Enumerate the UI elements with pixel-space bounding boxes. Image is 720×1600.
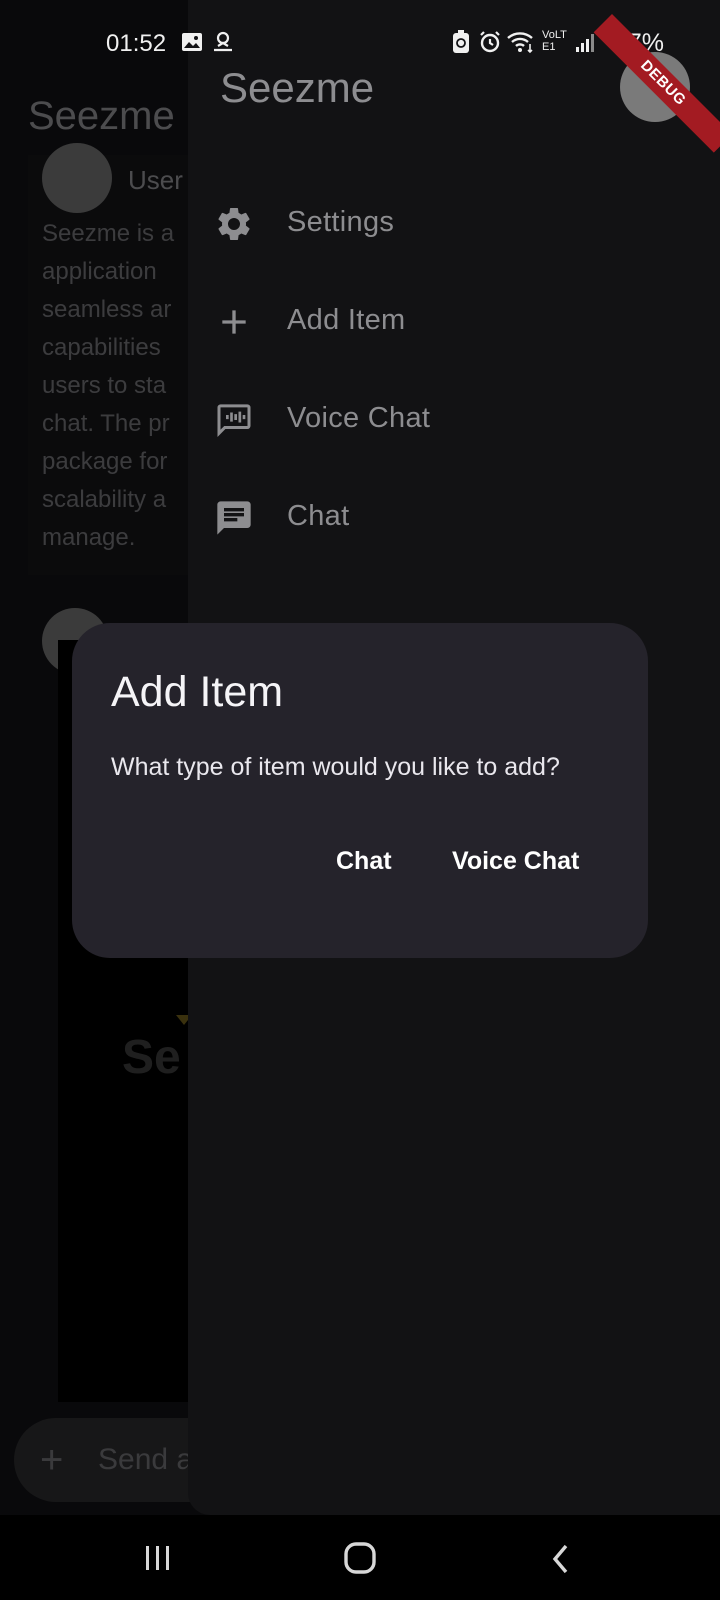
dialog-chat-button[interactable]: Chat [326,841,402,882]
drawer-item-label: Add Item [287,304,406,336]
signal-strength-icon [576,34,594,52]
chat-icon [217,501,251,535]
status-time: 01:52 [106,30,167,57]
drawer-item-label: Settings [287,206,395,238]
volte-label: VoLTE1 [542,29,567,53]
system-navigation-bar [0,1515,720,1600]
drawer-item-label: Chat [287,500,350,532]
dialog-voice-chat-button[interactable]: Voice Chat [442,841,589,882]
drawer-item-settings[interactable]: Settings [188,184,720,264]
dialog-title: Add Item [111,668,284,716]
gallery-notification-icon [182,33,202,51]
alarm-icon [480,31,500,53]
drawer-item-add-item[interactable]: Add Item [188,282,720,362]
back-icon[interactable] [546,1543,576,1575]
recent-apps-icon[interactable] [140,1543,176,1573]
dialog-message: What type of item would you like to add? [111,753,560,781]
wifi-icon [507,32,533,54]
gear-icon [218,207,250,240]
plus-icon [222,310,246,334]
location-notification-icon [214,31,232,52]
drawer-item-chat[interactable]: Chat [188,478,720,558]
add-item-dialog: Add Item What type of item would you lik… [72,623,648,958]
drawer-item-voice-chat[interactable]: Voice Chat [188,380,720,460]
drawer-item-label: Voice Chat [287,402,431,434]
voice-chat-icon [217,404,251,437]
battery-saver-icon [453,30,469,53]
home-icon[interactable] [340,1541,380,1575]
